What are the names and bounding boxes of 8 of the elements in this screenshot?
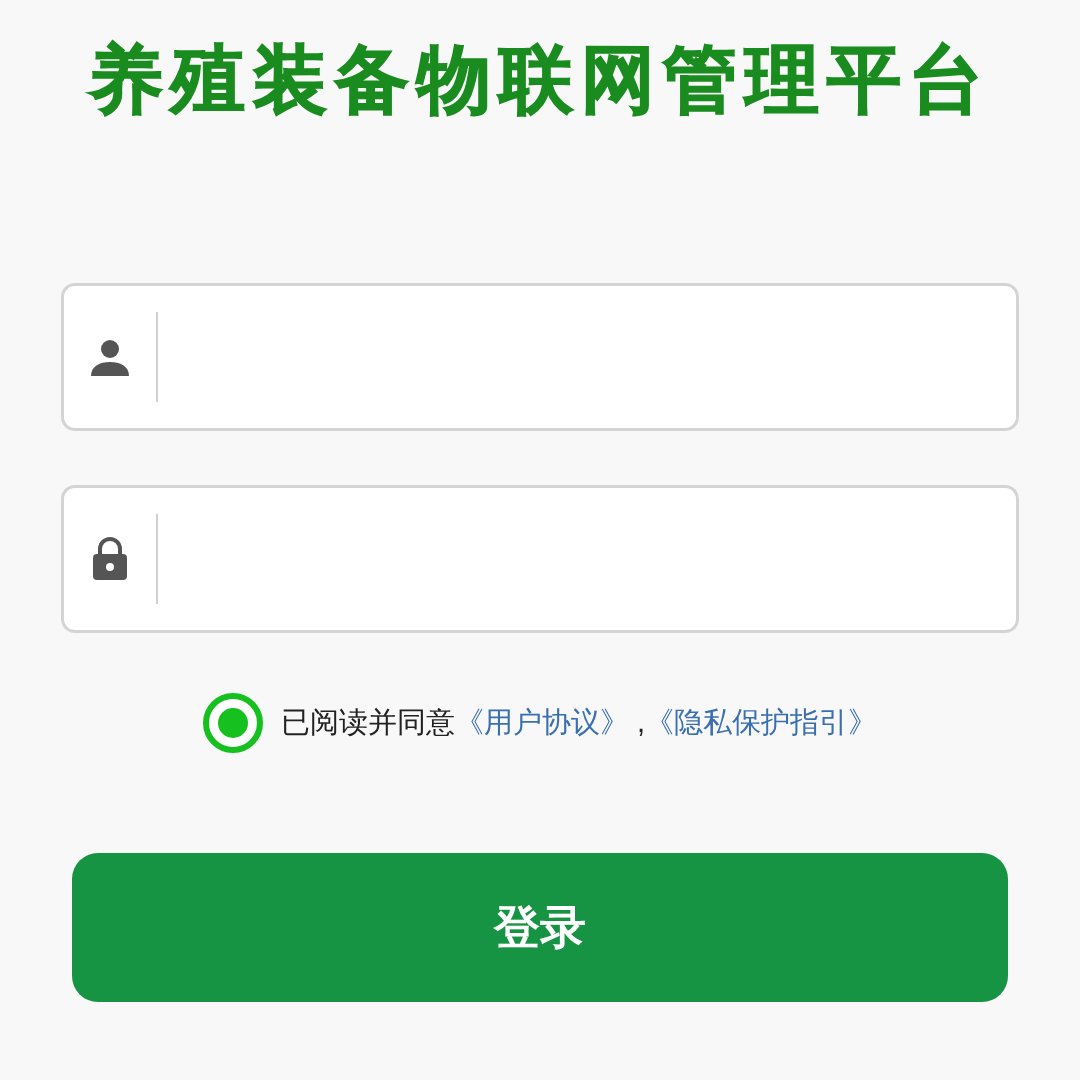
agreement-link[interactable]: 《隐私保护指引》 bbox=[645, 706, 878, 739]
agreement-link[interactable]: 《用户协议》 bbox=[454, 706, 629, 739]
agreement-text: 已阅读并同意《用户协议》 ,《隐私保护指引》 bbox=[280, 705, 878, 741]
login-button[interactable]: 登录 bbox=[72, 853, 1008, 1002]
username-field[interactable] bbox=[61, 283, 1019, 431]
page-title: 养殖装备物联网管理平台 bbox=[87, 37, 992, 123]
password-field[interactable] bbox=[61, 485, 1019, 633]
lock-icon bbox=[92, 537, 128, 581]
